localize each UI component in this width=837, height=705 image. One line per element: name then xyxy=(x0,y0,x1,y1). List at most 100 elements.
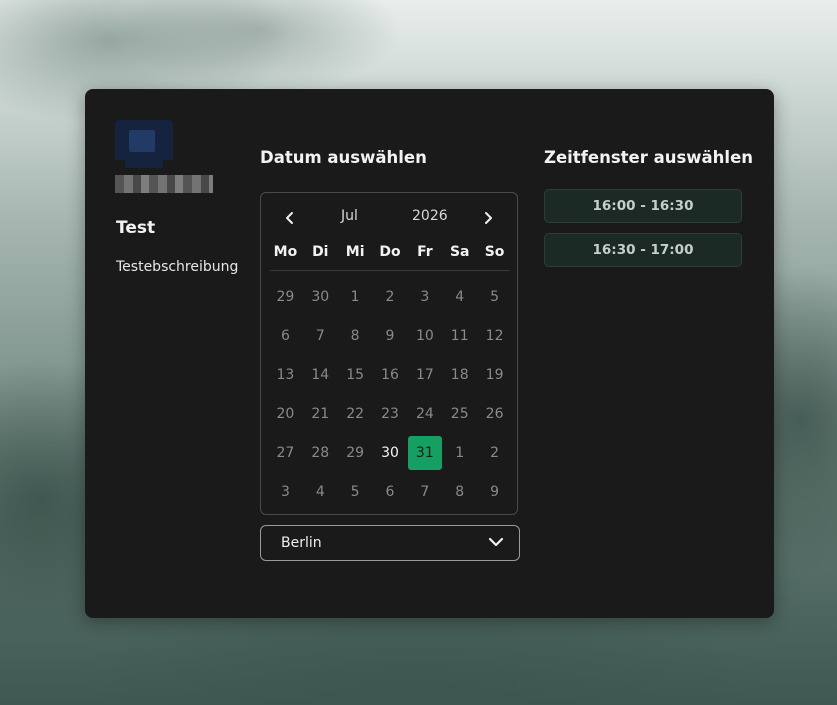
weekday-header: Mo Di Mi Do Fr Sa So xyxy=(268,244,512,260)
day-cell: 5 xyxy=(338,472,373,511)
event-description: Testebschreibung xyxy=(116,259,239,275)
day-cell: 22 xyxy=(338,394,373,433)
day-cell: 28 xyxy=(303,433,338,472)
next-month-button[interactable] xyxy=(476,205,500,231)
prev-month-button[interactable] xyxy=(278,205,302,231)
day-cell: 3 xyxy=(407,277,442,316)
chevron-left-icon xyxy=(286,212,293,224)
day-number: 1 xyxy=(350,288,360,305)
host-name-redacted xyxy=(115,175,213,193)
day-number: 2 xyxy=(490,444,500,461)
day-cell: 7 xyxy=(303,316,338,355)
day-cell: 23 xyxy=(373,394,408,433)
chevron-right-icon xyxy=(485,212,492,224)
day-cell: 1 xyxy=(442,433,477,472)
day-number: 24 xyxy=(415,405,434,422)
day-number: 25 xyxy=(450,405,469,422)
day-number: 5 xyxy=(350,483,360,500)
weekday-label: Di xyxy=(312,244,329,260)
day-cell: 1 xyxy=(338,277,373,316)
day-cell: 11 xyxy=(442,316,477,355)
day-number: 12 xyxy=(485,327,504,344)
day-number: 9 xyxy=(490,483,500,500)
day-number: 2 xyxy=(385,288,395,305)
day-number: 18 xyxy=(450,366,469,383)
day-cell: 4 xyxy=(303,472,338,511)
day-cell[interactable]: 30 xyxy=(373,433,408,472)
day-cell: 2 xyxy=(373,277,408,316)
day-number: 16 xyxy=(381,366,399,383)
day-number: 6 xyxy=(385,483,395,500)
weekday-label: Mi xyxy=(345,244,365,260)
day-number: 8 xyxy=(350,327,360,344)
day-number: 3 xyxy=(420,288,430,305)
day-number: 21 xyxy=(311,405,330,422)
day-cell: 2 xyxy=(477,433,512,472)
weekday-label: Fr xyxy=(417,244,433,260)
day-number: 15 xyxy=(346,366,365,383)
day-number: 30 xyxy=(381,444,399,461)
timeslot-button[interactable]: 16:00 - 16:30 xyxy=(544,189,742,223)
day-number: 6 xyxy=(280,327,290,344)
day-number: 27 xyxy=(276,444,295,461)
day-cell: 4 xyxy=(442,277,477,316)
day-cell: 18 xyxy=(442,355,477,394)
day-number: 22 xyxy=(346,405,365,422)
avatar xyxy=(115,120,173,168)
day-cell: 21 xyxy=(303,394,338,433)
year-label[interactable]: 2026 xyxy=(412,208,448,224)
day-number: 20 xyxy=(276,405,295,422)
day-cell: 19 xyxy=(477,355,512,394)
day-cell: 8 xyxy=(338,316,373,355)
calendar-divider xyxy=(270,270,510,271)
day-number: 9 xyxy=(385,327,395,344)
calendar-header: Jul 2026 xyxy=(261,205,517,231)
day-number: 4 xyxy=(455,288,465,305)
day-cell: 5 xyxy=(477,277,512,316)
day-cell: 29 xyxy=(268,277,303,316)
day-cell: 20 xyxy=(268,394,303,433)
day-cell: 17 xyxy=(407,355,442,394)
day-cell: 29 xyxy=(338,433,373,472)
day-number: 19 xyxy=(485,366,504,383)
day-number: 28 xyxy=(311,444,330,461)
day-number: 23 xyxy=(381,405,399,422)
day-cell: 26 xyxy=(477,394,512,433)
day-cell: 16 xyxy=(373,355,408,394)
timezone-select[interactable]: Berlin xyxy=(260,525,520,561)
weekday-label: Do xyxy=(379,244,401,260)
day-number: 7 xyxy=(315,327,325,344)
day-number: 5 xyxy=(490,288,500,305)
day-cell: 12 xyxy=(477,316,512,355)
day-grid: 29 30 1 2 3 4 5 6 7 8 9 10 11 12 13 14 15 16 17 18 19 20 21 22 2… xyxy=(268,277,512,511)
weekday-label: Mo xyxy=(273,244,298,260)
day-number: 3 xyxy=(280,483,290,500)
day-cell: 27 xyxy=(268,433,303,472)
day-cell: 15 xyxy=(338,355,373,394)
day-number: 29 xyxy=(276,288,295,305)
event-title: Test xyxy=(116,218,156,238)
day-cell: 8 xyxy=(442,472,477,511)
day-cell-selected[interactable]: 31 xyxy=(407,433,442,472)
day-cell: 7 xyxy=(407,472,442,511)
day-number: 14 xyxy=(311,366,330,383)
day-cell: 9 xyxy=(373,316,408,355)
day-cell: 10 xyxy=(407,316,442,355)
day-number: 30 xyxy=(311,288,330,305)
day-number: 13 xyxy=(276,366,295,383)
date-picker: Jul 2026 Mo Di Mi Do Fr Sa So 29 30 1 2 3 4 5 6 7 8 9 10 1… xyxy=(260,192,518,515)
timeslot-button[interactable]: 16:30 - 17:00 xyxy=(544,233,742,267)
day-cell: 14 xyxy=(303,355,338,394)
month-label[interactable]: Jul xyxy=(341,208,358,224)
day-number: 7 xyxy=(420,483,430,500)
booking-card: Test Testebschreibung Datum auswählen Ju… xyxy=(85,89,774,618)
day-number: 1 xyxy=(455,444,465,461)
timeslot-heading: Zeitfenster auswählen xyxy=(544,148,754,167)
day-number: 4 xyxy=(315,483,325,500)
timezone-value: Berlin xyxy=(281,535,322,551)
day-number: 17 xyxy=(415,366,434,383)
day-cell: 25 xyxy=(442,394,477,433)
day-cell: 24 xyxy=(407,394,442,433)
day-number: 31 xyxy=(407,435,442,470)
calendar-heading: Datum auswählen xyxy=(260,148,427,167)
